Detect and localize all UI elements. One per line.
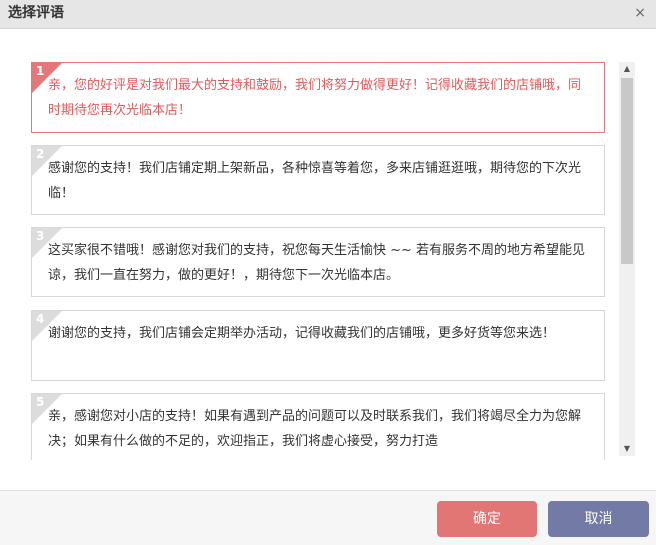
comment-number: 3: [36, 229, 45, 243]
comment-list: 1 亲，您的好评是对我们最大的支持和鼓励，我们将努力做得更好！记得收藏我们的店铺…: [0, 29, 656, 460]
confirm-button[interactable]: 确定: [437, 501, 537, 537]
scroll-up-icon[interactable]: ▲: [619, 62, 635, 76]
vertical-scrollbar[interactable]: ▲ ▼: [619, 62, 635, 456]
comment-text: 这买家很不错哦！感谢您对我们的支持，祝您每天生活愉快 ~~ 若有服务不周的地方希…: [48, 243, 586, 283]
comment-item-5[interactable]: 5 亲，感谢您对小店的支持！如果有遇到产品的问题可以及时联系我们，我们将竭尽全力…: [31, 393, 605, 460]
comment-number: 5: [36, 395, 45, 409]
dialog-titlebar: 选择评语 ×: [0, 0, 656, 29]
comment-text: 亲，感谢您对小店的支持！如果有遇到产品的问题可以及时联系我们，我们将竭尽全力为您…: [48, 409, 582, 449]
comment-number: 2: [36, 147, 45, 161]
cancel-button[interactable]: 取消: [548, 501, 649, 537]
scroll-down-icon[interactable]: ▼: [619, 442, 635, 456]
comment-item-2[interactable]: 2 感谢您的支持！我们店铺定期上架新品，各种惊喜等着您，多来店铺逛逛哦，期待您的…: [31, 145, 605, 215]
dialog-footer: 确定 取消: [0, 490, 656, 545]
dialog-title: 选择评语: [8, 5, 64, 21]
comment-text: 谢谢您的支持，我们店铺会定期举办活动，记得收藏我们的店铺哦，更多好货等您来选！: [48, 326, 556, 341]
comment-item-3[interactable]: 3 这买家很不错哦！感谢您对我们的支持，祝您每天生活愉快 ~~ 若有服务不周的地…: [31, 227, 605, 297]
comment-text: 亲，您的好评是对我们最大的支持和鼓励，我们将努力做得更好！记得收藏我们的店铺哦，…: [48, 78, 582, 118]
comment-item-4[interactable]: 4 谢谢您的支持，我们店铺会定期举办活动，记得收藏我们的店铺哦，更多好货等您来选…: [31, 310, 605, 381]
comment-item-1[interactable]: 1 亲，您的好评是对我们最大的支持和鼓励，我们将努力做得更好！记得收藏我们的店铺…: [31, 62, 605, 133]
close-icon[interactable]: ×: [634, 4, 646, 22]
comment-number: 1: [36, 64, 45, 78]
comment-text: 感谢您的支持！我们店铺定期上架新品，各种惊喜等着您，多来店铺逛逛哦，期待您的下次…: [48, 161, 582, 201]
comment-number: 4: [36, 312, 45, 326]
scrollbar-thumb[interactable]: [621, 78, 633, 264]
